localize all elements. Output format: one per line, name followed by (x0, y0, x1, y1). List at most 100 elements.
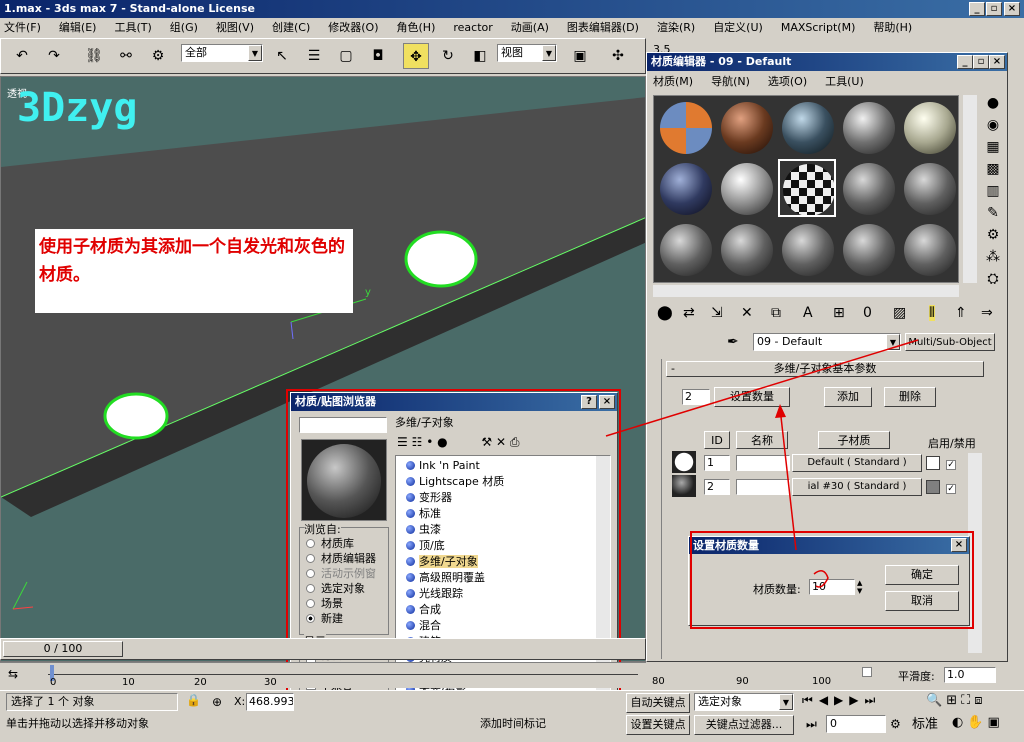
me-close-button[interactable]: × (989, 55, 1005, 69)
sort-submaterial-button[interactable]: 子材质 (818, 431, 890, 449)
go-to-parent-icon[interactable]: ⇑ (955, 305, 967, 321)
window-crossing-icon[interactable]: ◘ (365, 43, 391, 69)
assign-material-icon[interactable]: ⇲ (711, 305, 723, 321)
add-button[interactable]: 添加 (824, 387, 872, 407)
me-menu-item-3[interactable]: 工具(U) (825, 75, 864, 88)
current-frame-field[interactable]: 0 (826, 715, 886, 733)
set-key-button[interactable]: 设置关键点 (626, 715, 690, 735)
sample-slot-7[interactable] (717, 159, 775, 217)
make-preview-icon[interactable]: ✎ (981, 205, 1005, 227)
prev-frame-icon[interactable]: ◀ (819, 693, 834, 707)
auto-key-button[interactable]: 自动关键点 (626, 693, 690, 713)
me-menu-item-0[interactable]: 材质(M) (653, 75, 693, 88)
view-small-icons-icon[interactable]: • (426, 435, 433, 449)
rotate-icon[interactable]: ↻ (435, 43, 461, 69)
browse-from-option-5[interactable]: 新建 (306, 611, 376, 626)
rows-scrollbar[interactable] (968, 453, 982, 653)
go-forward-icon[interactable]: ⇒ (981, 305, 993, 321)
view-large-icons-icon[interactable]: ● (437, 435, 447, 449)
sample-slot-6[interactable] (656, 159, 714, 217)
redo-icon[interactable]: ↷ (41, 43, 67, 69)
selection-filter-dropdown[interactable]: 全部 ▼ (181, 44, 263, 62)
me-menu-item-2[interactable]: 选项(O) (768, 75, 807, 88)
track-bar[interactable]: ⇆ 0 10 20 30 (0, 662, 646, 688)
sample-slot-1[interactable] (656, 98, 714, 156)
move-icon[interactable]: ✥ (403, 43, 429, 69)
row1-id[interactable]: 1 (704, 455, 730, 471)
view-list-icons-icon[interactable]: ☷ (412, 435, 423, 449)
zoom-extents-all-icon[interactable]: ⧈ (974, 693, 986, 708)
menu-item-14[interactable]: 帮助(H) (873, 21, 912, 34)
next-frame-icon[interactable]: ▶ (849, 693, 864, 707)
count-input[interactable]: 10 (809, 579, 855, 595)
material-type-item[interactable]: 光线跟踪 (406, 586, 610, 602)
sample-slot-8-active[interactable] (778, 159, 836, 217)
go-to-end-icon[interactable]: ⏭ (865, 693, 882, 707)
menu-item-8[interactable]: reactor (453, 21, 492, 34)
x-coordinate-field[interactable]: 468.993m (246, 693, 294, 711)
scale-icon[interactable]: ◧ (467, 43, 493, 69)
material-type-item[interactable]: Ink 'n Paint (406, 458, 610, 474)
select-icon[interactable]: ↖ (269, 43, 295, 69)
sample-slot-13[interactable] (778, 220, 836, 278)
delete-button[interactable]: 删除 (884, 387, 936, 407)
browse-from-option-2[interactable]: 活动示例窗 (306, 566, 376, 581)
material-type-item[interactable]: 高级照明覆盖 (406, 570, 610, 586)
time-slider-thumb[interactable]: 0 / 100 (3, 641, 123, 657)
set-number-button[interactable]: 设置数量 (714, 387, 790, 407)
material-type-item[interactable]: 变形器 (406, 490, 610, 506)
options-icon[interactable]: ⚙ (981, 227, 1005, 249)
key-filters-button[interactable]: 关键点过滤器... (694, 715, 794, 735)
delete-from-lib-icon[interactable]: ✕ (496, 435, 506, 449)
row2-swatch[interactable] (672, 475, 696, 497)
menu-item-0[interactable]: 文件(F) (4, 21, 41, 34)
menu-item-11[interactable]: 渲染(R) (657, 21, 695, 34)
clear-lib-icon[interactable]: ⎙ (510, 435, 520, 449)
menu-item-4[interactable]: 视图(V) (216, 21, 254, 34)
smooth-value[interactable]: 1.0 (944, 667, 996, 683)
browse-from-option-4[interactable]: 场景 (306, 596, 376, 611)
sample-slot-14[interactable] (839, 220, 897, 278)
get-material-icon[interactable]: ⬤ (657, 305, 673, 321)
undo-icon[interactable]: ↶ (9, 43, 35, 69)
background-icon[interactable]: ▦ (981, 139, 1005, 161)
play-icon[interactable]: ▶ (834, 693, 849, 707)
rollout-header[interactable]: - 多维/子对象基本参数 (666, 361, 984, 377)
rect-select-icon[interactable]: ▢ (333, 43, 359, 69)
go-to-start-icon[interactable]: ⏮ (802, 693, 819, 707)
row1-enable-checkbox[interactable]: ✓ (946, 456, 960, 470)
backlight-icon[interactable]: ◉ (981, 117, 1005, 139)
sample-slot-10[interactable] (900, 159, 958, 217)
menu-item-7[interactable]: 角色(H) (397, 21, 436, 34)
make-unique-icon[interactable]: A (803, 305, 813, 321)
zoom-icon[interactable]: 🔍 (926, 693, 946, 708)
row1-name[interactable] (736, 455, 790, 471)
add-time-tag[interactable]: 添加时间标记 (480, 715, 620, 733)
lock-icon[interactable]: 🔒 (186, 693, 201, 707)
menu-item-6[interactable]: 修改器(O) (328, 21, 378, 34)
time-slider[interactable]: 0 / 100 (0, 638, 646, 660)
material-map-nav-icon[interactable]: ⛭ (981, 271, 1005, 293)
smooth-checkbox[interactable] (862, 667, 872, 677)
show-end-result-icon[interactable]: ⫴ (929, 305, 935, 321)
menu-item-10[interactable]: 图表编辑器(D) (567, 21, 639, 34)
row2-color-swatch[interactable] (926, 480, 940, 494)
menu-item-3[interactable]: 组(G) (170, 21, 198, 34)
view-list-icon[interactable]: ☰ (397, 435, 408, 449)
row2-id[interactable]: 2 (704, 479, 730, 495)
key-mode-dropdown[interactable]: 选定对象 ▼ (694, 693, 794, 711)
row1-swatch[interactable] (672, 451, 696, 473)
close-button[interactable]: × (1004, 2, 1020, 16)
uv-tiling-icon[interactable]: ▩ (981, 161, 1005, 183)
material-type-button[interactable]: Multi/Sub-Object (905, 333, 995, 351)
me-minimize-button[interactable]: _ (957, 55, 973, 69)
sample-slot-4[interactable] (839, 98, 897, 156)
absolute-mode-icon[interactable]: ⊕ (212, 695, 222, 709)
me-menu-item-1[interactable]: 导航(N) (711, 75, 750, 88)
row1-color-swatch[interactable] (926, 456, 940, 470)
copy-material-icon[interactable]: ⧉ (771, 305, 781, 321)
ok-button[interactable]: 确定 (885, 565, 959, 585)
material-type-item[interactable]: 混合 (406, 618, 610, 634)
row2-enable-checkbox[interactable]: ✓ (946, 480, 960, 494)
browser-help-button[interactable]: ? (581, 395, 597, 409)
